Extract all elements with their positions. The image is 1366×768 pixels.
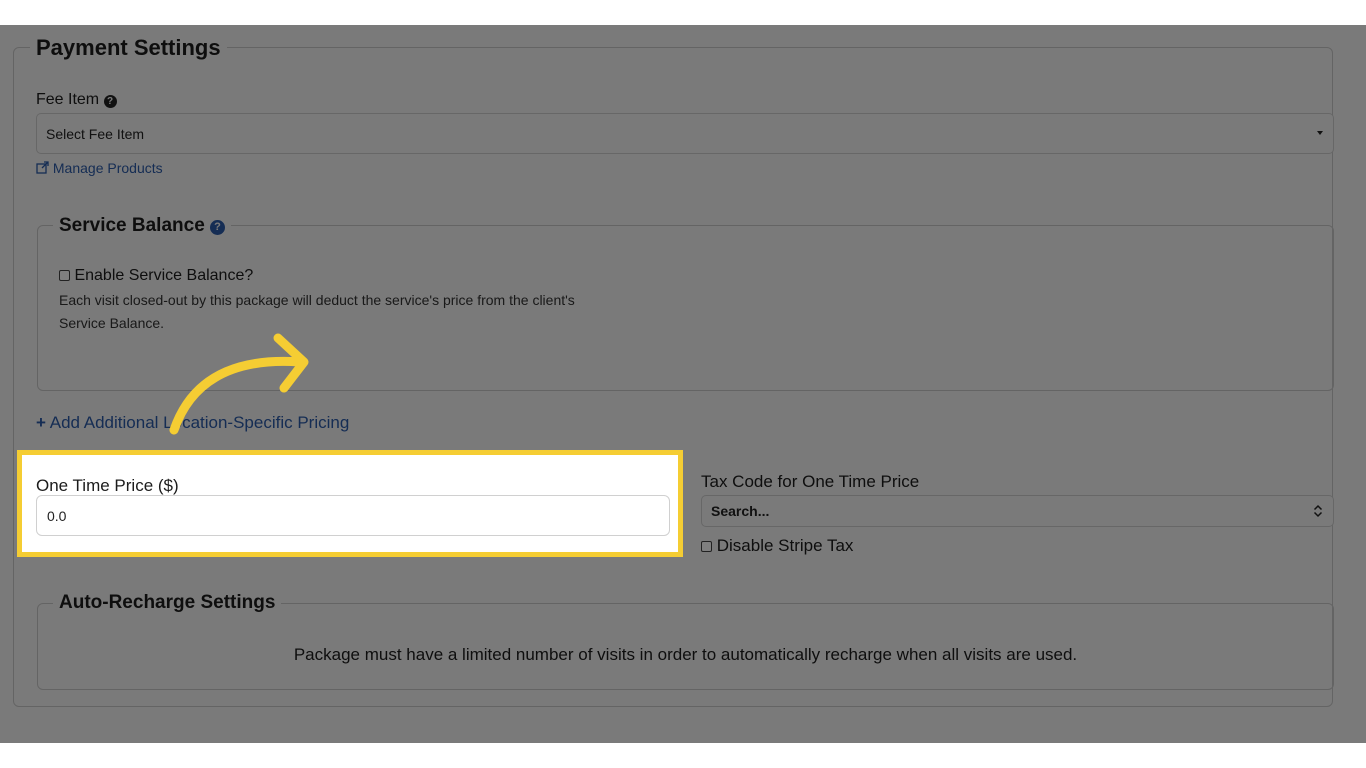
- manage-products-label: Manage Products: [52, 160, 163, 176]
- service-balance-help-line2: Service Balance.: [59, 315, 165, 331]
- disable-stripe-tax-checkbox[interactable]: [701, 541, 712, 553]
- enable-service-balance-label[interactable]: Enable Service Balance?: [74, 267, 253, 284]
- one-time-price-input[interactable]: 0.0: [36, 495, 670, 536]
- tax-code-label: Tax Code for One Time Price: [701, 472, 920, 491]
- manage-products-link[interactable]: Manage Products: [36, 160, 163, 176]
- service-balance-title: Service Balance: [59, 215, 205, 236]
- auto-recharge-message: Package must have a limited number of vi…: [293, 645, 1078, 664]
- one-time-price-highlight: One Time Price ($) 0.0: [17, 450, 683, 557]
- guide-arrow-icon: [169, 333, 309, 435]
- disable-stripe-tax-row: Disable Stripe Tax: [701, 536, 853, 556]
- external-link-icon: [36, 161, 49, 174]
- question-circle-icon[interactable]: ?: [210, 220, 226, 235]
- fee-item-select[interactable]: Select Fee Item: [36, 113, 1334, 154]
- one-time-price-label: One Time Price ($): [36, 476, 179, 495]
- enable-service-balance-checkbox[interactable]: [59, 270, 70, 282]
- service-balance-help-line1: Each visit closed-out by this package wi…: [59, 292, 575, 308]
- question-circle-icon[interactable]: ?: [103, 95, 117, 108]
- fee-item-label: Fee Item: [36, 91, 100, 108]
- plus-icon: +: [36, 413, 46, 432]
- fee-item-select-value: Select Fee Item: [46, 126, 145, 142]
- disable-stripe-tax-label[interactable]: Disable Stripe Tax: [717, 536, 854, 555]
- tax-code-select-value: Search...: [711, 503, 770, 519]
- chevron-up-down-icon: [1313, 504, 1323, 518]
- tax-code-select[interactable]: Search...: [701, 495, 1334, 527]
- one-time-price-value: 0.0: [47, 508, 67, 524]
- service-balance-title-row: Service Balance ?: [53, 215, 232, 237]
- payment-settings-title: Payment Settings: [30, 35, 227, 61]
- service-balance-help: Each visit closed-out by this package wi…: [59, 289, 699, 335]
- auto-recharge-title: Auto-Recharge Settings: [53, 592, 282, 614]
- enable-service-balance-row: Enable Service Balance?: [59, 267, 253, 285]
- fee-item-label-row: Fee Item ?: [36, 91, 117, 109]
- caret-down-icon: [1317, 131, 1323, 135]
